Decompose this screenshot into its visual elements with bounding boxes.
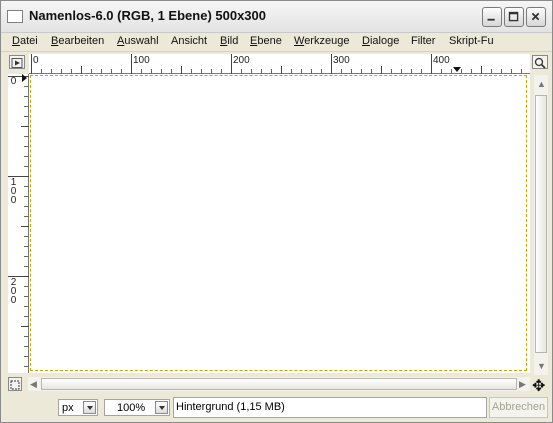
window-title: Namenlos-6.0 (RGB, 1 Ebene) 500x300 <box>29 8 266 23</box>
vertical-scroll-thumb[interactable] <box>535 95 547 353</box>
scroll-right-icon[interactable]: ▶ <box>519 379 526 390</box>
status-bar: px 100% Hintergrund (1,15 MB) Abbrechen <box>1 394 552 422</box>
horizontal-scroll-thumb[interactable] <box>41 378 517 390</box>
status-message-text: Hintergrund (1,15 MB) <box>176 401 285 413</box>
ruler-label-0: 0 <box>33 55 39 66</box>
chevron-down-icon[interactable] <box>83 401 96 414</box>
pan-navigate-button[interactable]: ✥ <box>532 376 545 396</box>
horizontal-ruler[interactable]: 0 100 200 300 400 <box>29 54 530 74</box>
maximize-button[interactable] <box>504 7 524 27</box>
image-window: Namenlos-6.0 (RGB, 1 Ebene) 500x300 Date… <box>0 0 553 423</box>
zoom-value: 100% <box>117 402 146 414</box>
cancel-button[interactable]: Abbrechen <box>489 397 548 418</box>
ruler-label-100: 100 <box>133 55 150 66</box>
unit-selector[interactable]: px <box>58 399 98 416</box>
vruler-ticks <box>8 74 29 367</box>
unit-value: px <box>62 402 74 414</box>
pointer-position-marker-v <box>22 74 27 82</box>
scroll-left-icon[interactable]: ◀ <box>30 379 37 390</box>
chevron-down-icon[interactable] <box>155 401 168 414</box>
menu-skript-fu[interactable]: Skript-Fu <box>449 35 494 47</box>
vruler-label-200: 2 0 0 <box>10 277 17 306</box>
scroll-up-icon[interactable]: ▲ <box>537 79 546 89</box>
menu-dialoge[interactable]: Dialoge <box>362 35 399 47</box>
move-icon: ✥ <box>532 378 546 395</box>
menu-bild[interactable]: Bild <box>220 35 238 47</box>
status-message: Hintergrund (1,15 MB) <box>173 397 487 418</box>
menu-werkzeuge[interactable]: Werkzeuge <box>294 35 349 47</box>
menu-bearbeiten[interactable]: Bearbeiten <box>51 35 104 47</box>
menu-ansicht[interactable]: Ansicht <box>171 35 207 47</box>
minimize-button[interactable] <box>482 7 502 27</box>
image-canvas[interactable] <box>29 74 530 373</box>
menu-auswahl[interactable]: Auswahl <box>117 35 159 47</box>
navigate-icon <box>11 58 23 68</box>
ruler-label-300: 300 <box>333 55 350 66</box>
close-icon <box>531 12 540 21</box>
menu-filter[interactable]: Filter <box>411 35 435 47</box>
vruler-label-0: 0 <box>10 76 17 87</box>
vertical-scrollbar[interactable]: ▲ ▼ <box>534 75 548 375</box>
ruler-label-400: 400 <box>433 55 450 66</box>
menu-bar: Datei Bearbeiten Auswahl Ansicht Bild Eb… <box>1 32 552 52</box>
minimize-icon <box>487 18 495 21</box>
horizontal-scrollbar[interactable]: ◀ ▶ <box>28 377 530 391</box>
close-button[interactable] <box>526 7 546 27</box>
pointer-position-marker <box>453 67 461 72</box>
vertical-ruler[interactable]: 0 1 0 0 2 0 0 <box>8 74 29 373</box>
layer-boundary <box>30 75 527 371</box>
navigate-button[interactable] <box>9 55 25 69</box>
zoom-selector[interactable]: 100% <box>104 399 170 416</box>
scroll-down-icon[interactable]: ▼ <box>537 361 546 371</box>
vruler-label-100: 1 0 0 <box>10 177 17 206</box>
zoom-fit-button[interactable] <box>532 55 548 69</box>
menu-ebene[interactable]: Ebene <box>250 35 282 47</box>
quick-mask-icon <box>10 380 20 390</box>
ruler-label-200: 200 <box>233 55 250 66</box>
menu-separator <box>1 51 552 52</box>
maximize-icon <box>508 11 519 22</box>
quick-mask-toggle[interactable] <box>8 377 22 391</box>
app-icon <box>7 10 23 23</box>
menu-datei[interactable]: Datei <box>12 35 38 47</box>
title-bar[interactable]: Namenlos-6.0 (RGB, 1 Ebene) 500x300 <box>1 1 552 33</box>
ruler-ticks <box>31 54 522 74</box>
zoom-fit-icon <box>534 57 546 69</box>
